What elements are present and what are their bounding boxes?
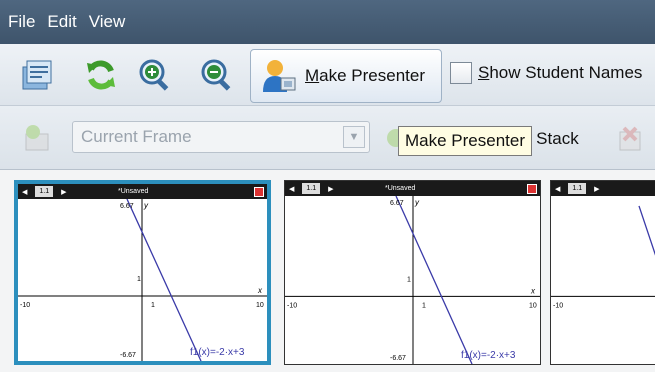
y-tick-label: 1 bbox=[137, 276, 141, 283]
x-min-label: -10 bbox=[553, 302, 563, 309]
tooltip: Make Presenter bbox=[398, 126, 532, 156]
right-arrow-icon: ▶ bbox=[594, 185, 600, 193]
page-tab: 1.1 bbox=[568, 183, 587, 194]
page-tab: 1.1 bbox=[35, 186, 54, 197]
frame-select[interactable]: Current Frame ▼ bbox=[72, 121, 370, 153]
y-axis-label: y bbox=[143, 201, 149, 210]
document-name: *Unsaved bbox=[385, 185, 416, 192]
menu-bar: File Edit View bbox=[0, 0, 655, 44]
y-tick-label: 1 bbox=[407, 277, 411, 284]
x-axis-label: x bbox=[530, 286, 536, 295]
screen-capture-button[interactable] bbox=[16, 54, 58, 96]
x-max-label: 10 bbox=[529, 302, 537, 309]
left-arrow-icon: ◀ bbox=[22, 188, 28, 196]
screen-header: ◀ 1.1 ▶ *Unsaved bbox=[285, 181, 540, 196]
make-presenter-label: Make Presenter bbox=[305, 66, 426, 85]
student-screen-frame[interactable]: ◀ 1.1 ▶ *Unsaved 6.67 y -10 10 x 1 1 -6.… bbox=[14, 180, 271, 365]
zoom-in-icon bbox=[139, 59, 169, 91]
show-student-names-option[interactable]: Show Student Names bbox=[450, 62, 642, 84]
frame-select-value: Current Frame bbox=[81, 127, 192, 146]
y-max-label: 6.67 bbox=[390, 200, 404, 207]
make-presenter-button[interactable]: Make Presenter bbox=[250, 49, 442, 103]
y-min-label: -6.67 bbox=[120, 352, 136, 359]
student-screen-frame[interactable]: ◀ 1.1 ▶ *Unsaved 6.67 y -10 10 x 1 1 -6.… bbox=[284, 180, 541, 365]
refresh-button[interactable] bbox=[80, 54, 122, 96]
menu-view[interactable]: View bbox=[89, 12, 126, 32]
function-label: f1(x)=-2·x+3 bbox=[461, 350, 516, 361]
student-screen-frame[interactable]: ◀ 1.1 ▶ -10 bbox=[550, 180, 655, 365]
page-tab: 1.1 bbox=[302, 183, 321, 194]
presenter-icon bbox=[263, 60, 296, 92]
x-tick-label: 1 bbox=[151, 302, 155, 309]
y-axis-label: y bbox=[414, 198, 420, 207]
zoom-out-button[interactable] bbox=[196, 54, 238, 96]
x-max-label: 10 bbox=[256, 302, 264, 309]
show-student-names-checkbox[interactable] bbox=[450, 62, 472, 84]
x-min-label: -10 bbox=[287, 302, 297, 309]
y-min-label: -6.67 bbox=[390, 355, 406, 362]
send-button-disabled[interactable] bbox=[16, 118, 58, 160]
zoom-out-icon bbox=[201, 59, 231, 91]
document-name: *Unsaved bbox=[118, 188, 149, 195]
dropdown-arrow-icon[interactable]: ▼ bbox=[343, 126, 365, 148]
main-toolbar: Make Presenter Show Student Names bbox=[0, 44, 655, 106]
screen-header: ◀ 1.1 ▶ *Unsaved bbox=[18, 184, 267, 199]
y-max-label: 6.67 bbox=[120, 203, 134, 210]
remove-icon bbox=[619, 126, 641, 151]
x-tick-label: 1 bbox=[422, 302, 426, 309]
close-icon bbox=[254, 186, 264, 197]
screen-header: ◀ 1.1 ▶ bbox=[551, 181, 655, 196]
show-student-names-label: Show Student Names bbox=[478, 63, 643, 82]
function-label: f1(x)=-2·x+3 bbox=[190, 347, 245, 358]
right-arrow-icon: ▶ bbox=[328, 185, 334, 193]
x-axis-label: x bbox=[257, 286, 263, 295]
zoom-in-button[interactable] bbox=[134, 54, 176, 96]
send-icon bbox=[25, 125, 49, 151]
close-icon bbox=[527, 183, 537, 194]
left-arrow-icon: ◀ bbox=[555, 185, 561, 193]
graph-view: -10 bbox=[551, 196, 655, 364]
right-arrow-icon: ▶ bbox=[61, 188, 67, 196]
graph-view: 6.67 y -10 10 x 1 1 -6.67 f1(x)=-2·x+3 bbox=[285, 195, 540, 365]
remove-button-disabled[interactable] bbox=[608, 118, 650, 160]
menu-edit[interactable]: Edit bbox=[47, 12, 76, 32]
screen-capture-icon bbox=[22, 60, 52, 90]
refresh-icon bbox=[87, 60, 115, 90]
x-min-label: -10 bbox=[20, 302, 30, 309]
menu-file[interactable]: File bbox=[8, 12, 35, 32]
left-arrow-icon: ◀ bbox=[289, 185, 295, 193]
graph-view: 6.67 y -10 10 x 1 1 -6.67 f1(x)=-2·x+3 bbox=[18, 198, 267, 362]
